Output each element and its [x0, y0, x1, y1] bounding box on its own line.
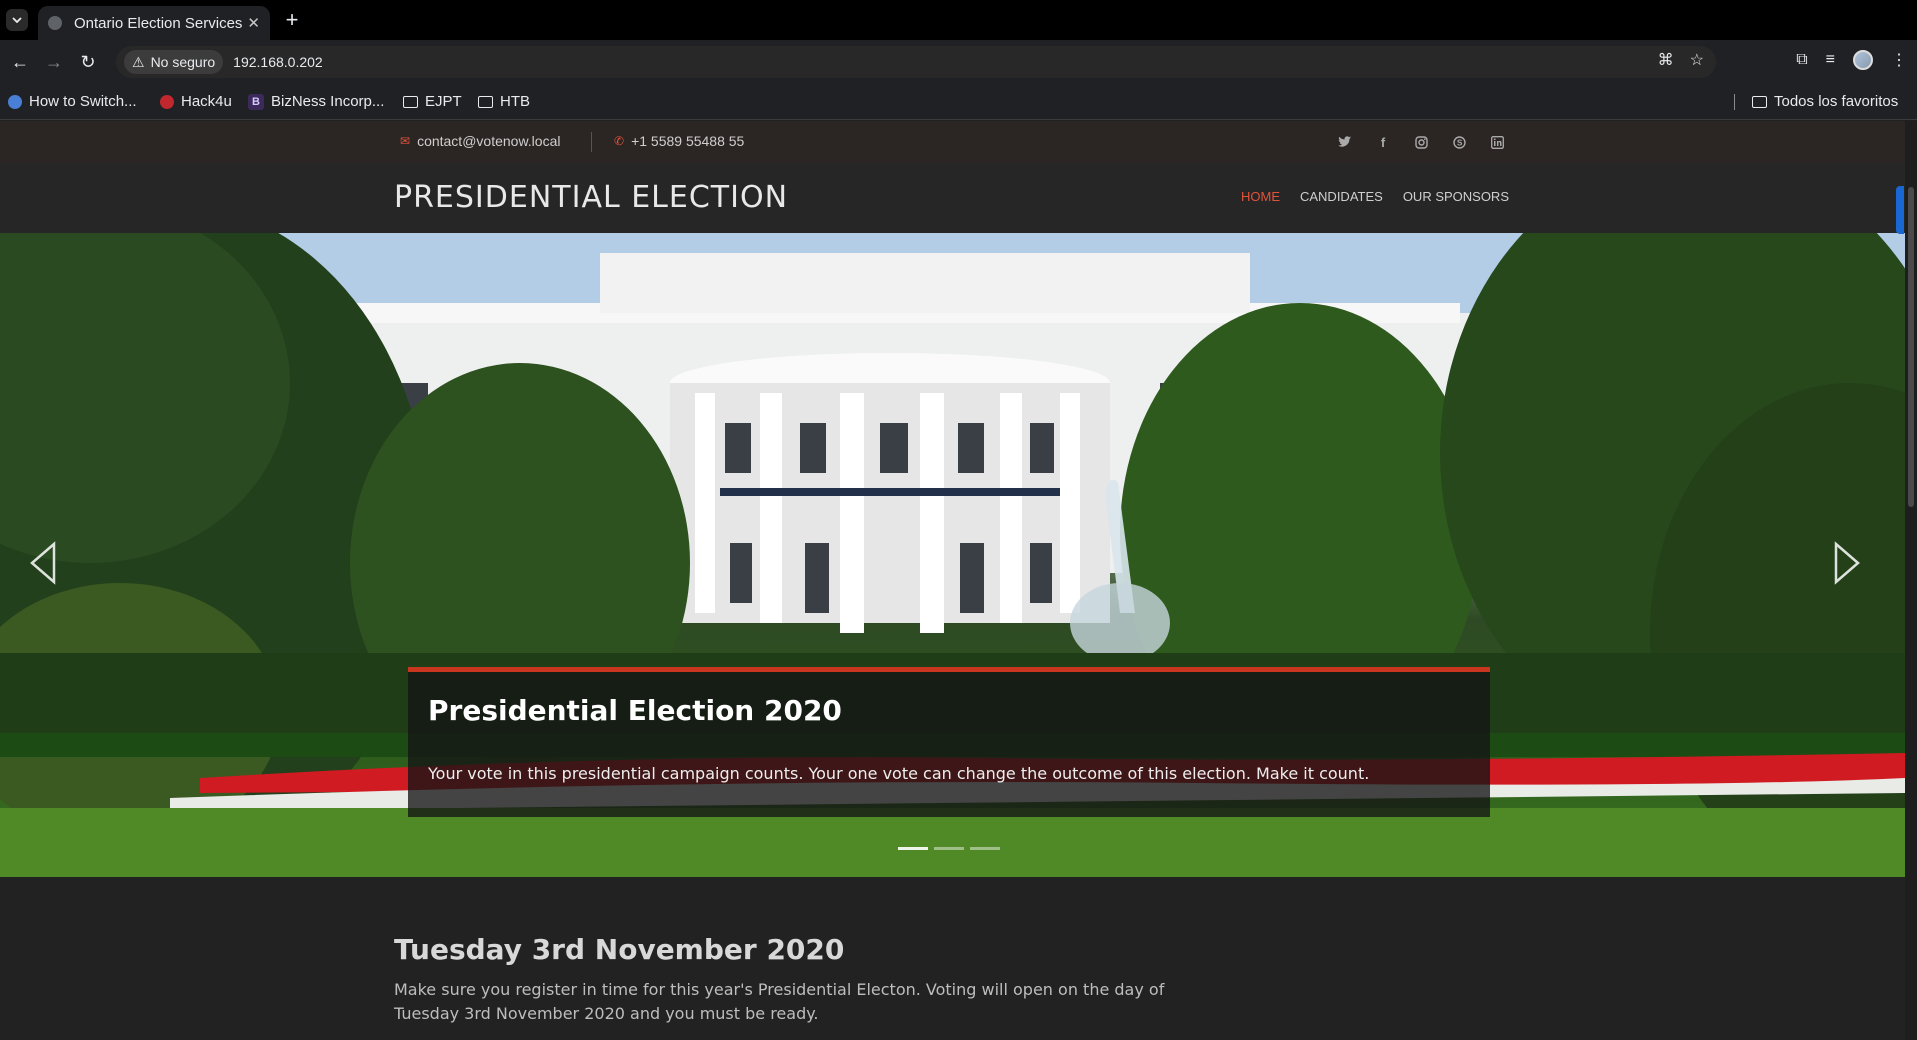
- section-heading: Tuesday 3rd November 2020: [394, 933, 845, 966]
- chevron-left-icon: [30, 541, 56, 585]
- social-links: f S: [1336, 133, 1506, 151]
- browser-tab-bar: Ontario Election Services ✕ +: [0, 0, 1917, 40]
- bookmark-label: BizNess Incorp...: [271, 93, 385, 110]
- hero-text: Your vote in this presidential campaign …: [428, 764, 1370, 783]
- tab-title: Ontario Election Services: [74, 14, 243, 32]
- bookmark-item[interactable]: Hack4u: [160, 93, 232, 110]
- contact-phone[interactable]: ✆ +1 5589 55488 55: [614, 133, 744, 149]
- security-label: No seguro: [150, 54, 216, 70]
- bookmarks-divider: [1734, 94, 1735, 110]
- hack4u-icon: [160, 94, 174, 109]
- bookmark-item[interactable]: B BizNess Incorp...: [248, 93, 384, 110]
- forward-icon[interactable]: →: [42, 50, 66, 74]
- carousel-prev-button[interactable]: [24, 538, 64, 588]
- carousel-indicator[interactable]: [934, 847, 964, 850]
- twitter-icon[interactable]: [1336, 133, 1354, 151]
- carousel-indicator[interactable]: [970, 847, 1000, 850]
- phone-icon: ✆: [614, 134, 625, 148]
- carousel-indicators: [898, 847, 1000, 850]
- bookmark-label: HTB: [500, 93, 530, 110]
- security-chip[interactable]: ⚠ No seguro: [124, 50, 224, 74]
- all-bookmarks-folder[interactable]: Todos los favoritos: [1752, 93, 1898, 110]
- browser-toolbar: ← → ↻ ⚠ No seguro 192.168.0.202 ⌘ ☆ ⧉ ≡ …: [0, 40, 1917, 84]
- reload-icon[interactable]: ↻: [76, 50, 100, 74]
- web-page: ✉ contact@votenow.local ✆ +1 5589 55488 …: [0, 121, 1905, 1040]
- media-controls-icon[interactable]: ≡: [1826, 51, 1835, 69]
- hero-title: Presidential Election 2020: [428, 694, 842, 727]
- site-header: PRESIDENTIAL ELECTION HOME CANDIDATES OU…: [0, 163, 1905, 233]
- nav-sponsors[interactable]: OUR SPONSORS: [1403, 189, 1509, 204]
- site-logo[interactable]: PRESIDENTIAL ELECTION: [394, 180, 788, 215]
- browser-tab[interactable]: Ontario Election Services ✕: [38, 6, 270, 40]
- section-body: Make sure you register in time for this …: [394, 980, 1165, 1023]
- carousel-indicator[interactable]: [898, 847, 928, 850]
- bookmark-label: Hack4u: [181, 93, 232, 110]
- close-tab-icon[interactable]: ✕: [247, 14, 260, 32]
- main-nav: HOME CANDIDATES OUR SPONSORS: [1241, 189, 1509, 204]
- linkedin-icon[interactable]: [1488, 133, 1506, 151]
- contact-bar: ✉ contact@votenow.local ✆ +1 5589 55488 …: [0, 121, 1905, 163]
- divider: [591, 132, 592, 152]
- contact-email[interactable]: ✉ contact@votenow.local: [400, 133, 560, 149]
- email-text: contact@votenow.local: [417, 133, 561, 149]
- nav-candidates[interactable]: CANDIDATES: [1300, 189, 1383, 204]
- menu-icon[interactable]: ⋮: [1891, 50, 1907, 70]
- svg-text:S: S: [1457, 138, 1463, 147]
- address-bar[interactable]: ⚠ No seguro 192.168.0.202 ⌘ ☆: [116, 46, 1716, 78]
- nav-home[interactable]: HOME: [1241, 189, 1280, 204]
- folder-icon: [403, 95, 418, 108]
- envelope-icon: ✉: [400, 134, 411, 148]
- bookmark-star-icon[interactable]: ☆: [1690, 50, 1704, 70]
- info-icon: [8, 94, 22, 109]
- bookmark-folder[interactable]: HTB: [478, 93, 530, 110]
- folder-icon: [1752, 95, 1767, 108]
- hero-carousel: Presidential Election 2020 Your vote in …: [0, 233, 1905, 877]
- facebook-icon[interactable]: f: [1374, 133, 1392, 151]
- translate-icon[interactable]: ⌘: [1658, 50, 1674, 70]
- carousel-next-button[interactable]: [1826, 538, 1866, 588]
- hero-caption: Presidential Election 2020 Your vote in …: [408, 667, 1490, 817]
- new-tab-button[interactable]: +: [278, 6, 306, 34]
- bookmark-label: How to Switch...: [29, 93, 137, 110]
- warning-icon: ⚠: [132, 53, 145, 70]
- extensions-icon[interactable]: ⧉: [1796, 51, 1807, 69]
- bookmark-label: EJPT: [425, 93, 462, 110]
- tab-list-button[interactable]: [6, 9, 28, 31]
- phone-text: +1 5589 55488 55: [631, 133, 745, 149]
- election-info-section: Tuesday 3rd November 2020 Make sure you …: [394, 933, 1294, 1026]
- scrollbar-thumb[interactable]: [1908, 187, 1914, 507]
- folder-icon: [478, 95, 493, 108]
- profile-avatar[interactable]: [1853, 50, 1873, 70]
- back-icon[interactable]: ←: [8, 50, 32, 74]
- chevron-down-icon: [12, 17, 22, 23]
- instagram-icon[interactable]: [1412, 133, 1430, 151]
- bookmarks-bar: How to Switch... Hack4u B BizNess Incorp…: [0, 84, 1917, 120]
- bookmark-item[interactable]: How to Switch...: [8, 93, 137, 110]
- skype-icon[interactable]: S: [1450, 133, 1468, 151]
- tab-favicon-icon: [48, 16, 62, 30]
- bookmark-label: Todos los favoritos: [1774, 93, 1899, 110]
- side-panel-indicator: [1896, 186, 1904, 234]
- chevron-right-icon: [1834, 541, 1860, 585]
- url-text[interactable]: 192.168.0.202: [233, 54, 323, 70]
- page-scrollbar[interactable]: [1905, 121, 1917, 1040]
- b-icon: B: [248, 93, 264, 110]
- bookmark-folder[interactable]: EJPT: [403, 93, 462, 110]
